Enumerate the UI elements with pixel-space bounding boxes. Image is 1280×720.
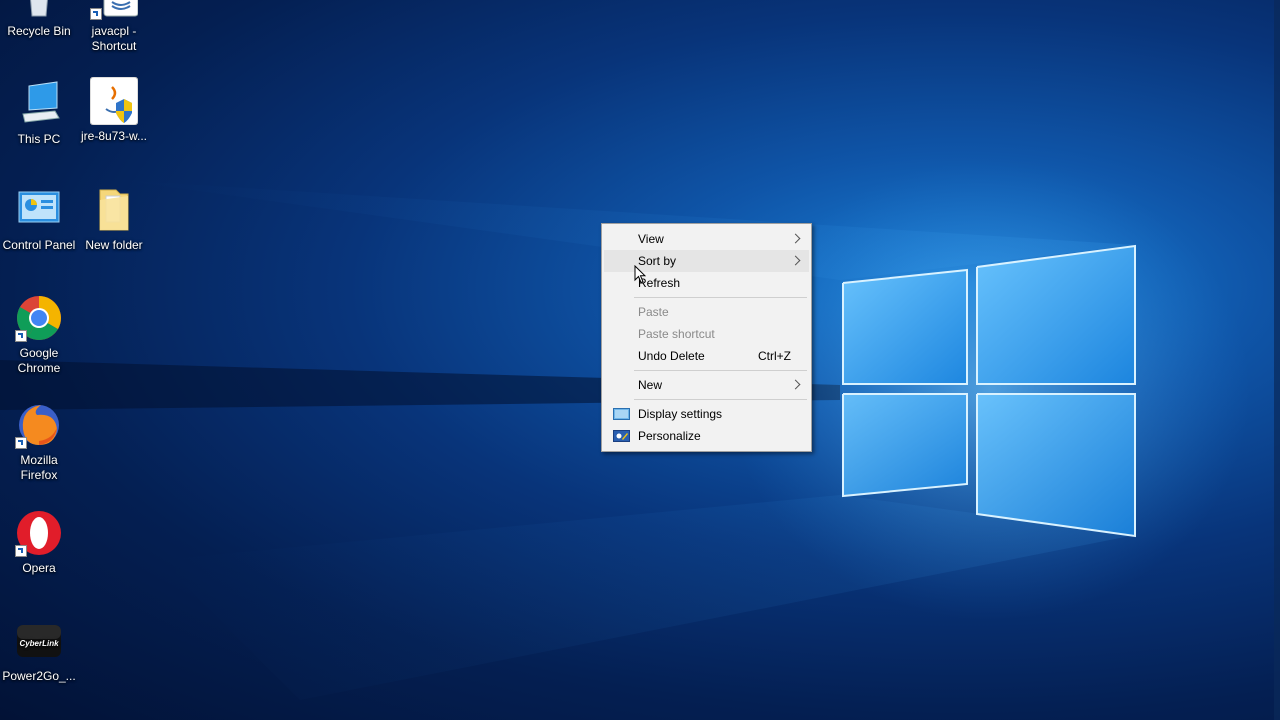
menu-item-undo-delete[interactable]: Undo Delete Ctrl+Z <box>604 345 809 367</box>
chevron-right-icon <box>790 255 801 266</box>
mouse-cursor-icon <box>634 265 646 284</box>
personalize-icon <box>613 430 630 442</box>
desktop-icon-opera[interactable]: Opera <box>1 509 77 576</box>
desktop-icon-javacpl[interactable]: javacpl - Shortcut <box>76 0 152 54</box>
this-pc-icon <box>15 80 63 128</box>
desktop-icon-label: This PC <box>17 132 61 146</box>
display-icon <box>613 408 630 420</box>
desktop-icon-label: Recycle Bin <box>7 24 71 38</box>
firefox-icon <box>15 401 63 449</box>
shortcut-arrow-icon <box>90 8 102 20</box>
control-panel-icon <box>15 186 63 234</box>
desktop-icon-label: Mozilla Firefox <box>20 453 58 482</box>
chevron-right-icon <box>790 233 801 244</box>
menu-item-label: Paste shortcut <box>638 327 715 341</box>
menu-item-paste[interactable]: Paste <box>604 301 809 323</box>
shortcut-arrow-icon <box>15 437 27 449</box>
recycle-bin-icon <box>15 0 63 20</box>
menu-separator <box>634 297 807 298</box>
cyberlink-icon: CyberLink <box>15 617 63 665</box>
menu-item-shortcut: Ctrl+Z <box>758 349 791 363</box>
chevron-right-icon <box>790 379 801 390</box>
desktop-icon-google-chrome[interactable]: Google Chrome <box>1 294 77 376</box>
menu-separator <box>634 399 807 400</box>
java-installer-icon <box>89 76 139 126</box>
menu-item-label: Paste <box>638 305 669 319</box>
desktop-icon-power2go[interactable]: CyberLink Power2Go_... <box>1 617 77 684</box>
menu-item-view[interactable]: View <box>604 228 809 250</box>
menu-item-label: Display settings <box>638 407 723 421</box>
desktop-icon-label: New folder <box>85 238 143 252</box>
desktop-icon-label: Google Chrome <box>17 346 61 375</box>
java-control-panel-icon <box>90 0 139 20</box>
desktop-icon-jre-installer[interactable]: jre-8u73-w... <box>76 76 152 144</box>
menu-item-display-settings[interactable]: Display settings <box>604 403 809 425</box>
shortcut-arrow-icon <box>15 545 27 557</box>
menu-item-new[interactable]: New <box>604 374 809 396</box>
cyberlink-logo-text: CyberLink <box>19 639 59 648</box>
shortcut-arrow-icon <box>15 330 27 342</box>
menu-item-label: Undo Delete <box>638 349 705 363</box>
menu-item-personalize[interactable]: Personalize <box>604 425 809 447</box>
menu-item-paste-shortcut[interactable]: Paste shortcut <box>604 323 809 345</box>
desktop-icon-recycle-bin[interactable]: Recycle Bin <box>1 0 77 39</box>
desktop-icon-this-pc[interactable]: This PC <box>1 80 77 147</box>
folder-icon <box>90 186 138 234</box>
desktop-icon-label: Control Panel <box>2 238 76 252</box>
desktop-icon-label: jre-8u73-w... <box>80 129 148 143</box>
menu-item-label: Personalize <box>638 429 701 443</box>
menu-item-label: View <box>638 232 664 246</box>
desktop-icon-new-folder[interactable]: New folder <box>76 186 152 253</box>
desktop[interactable]: Recycle Bin javacpl - Shortcut This PC j… <box>0 0 1280 720</box>
menu-item-label: New <box>638 378 663 392</box>
opera-icon <box>15 509 63 557</box>
desktop-icon-label: Power2Go_... <box>2 669 76 683</box>
chrome-icon <box>15 294 63 342</box>
desktop-icon-mozilla-firefox[interactable]: Mozilla Firefox <box>1 401 77 483</box>
desktop-icon-label: Opera <box>22 561 56 575</box>
desktop-icon-label: javacpl - Shortcut <box>91 24 137 53</box>
menu-separator <box>634 370 807 371</box>
desktop-context-menu: View Sort by Refresh Paste Paste shortcu… <box>601 223 812 452</box>
desktop-icon-control-panel[interactable]: Control Panel <box>1 186 77 253</box>
